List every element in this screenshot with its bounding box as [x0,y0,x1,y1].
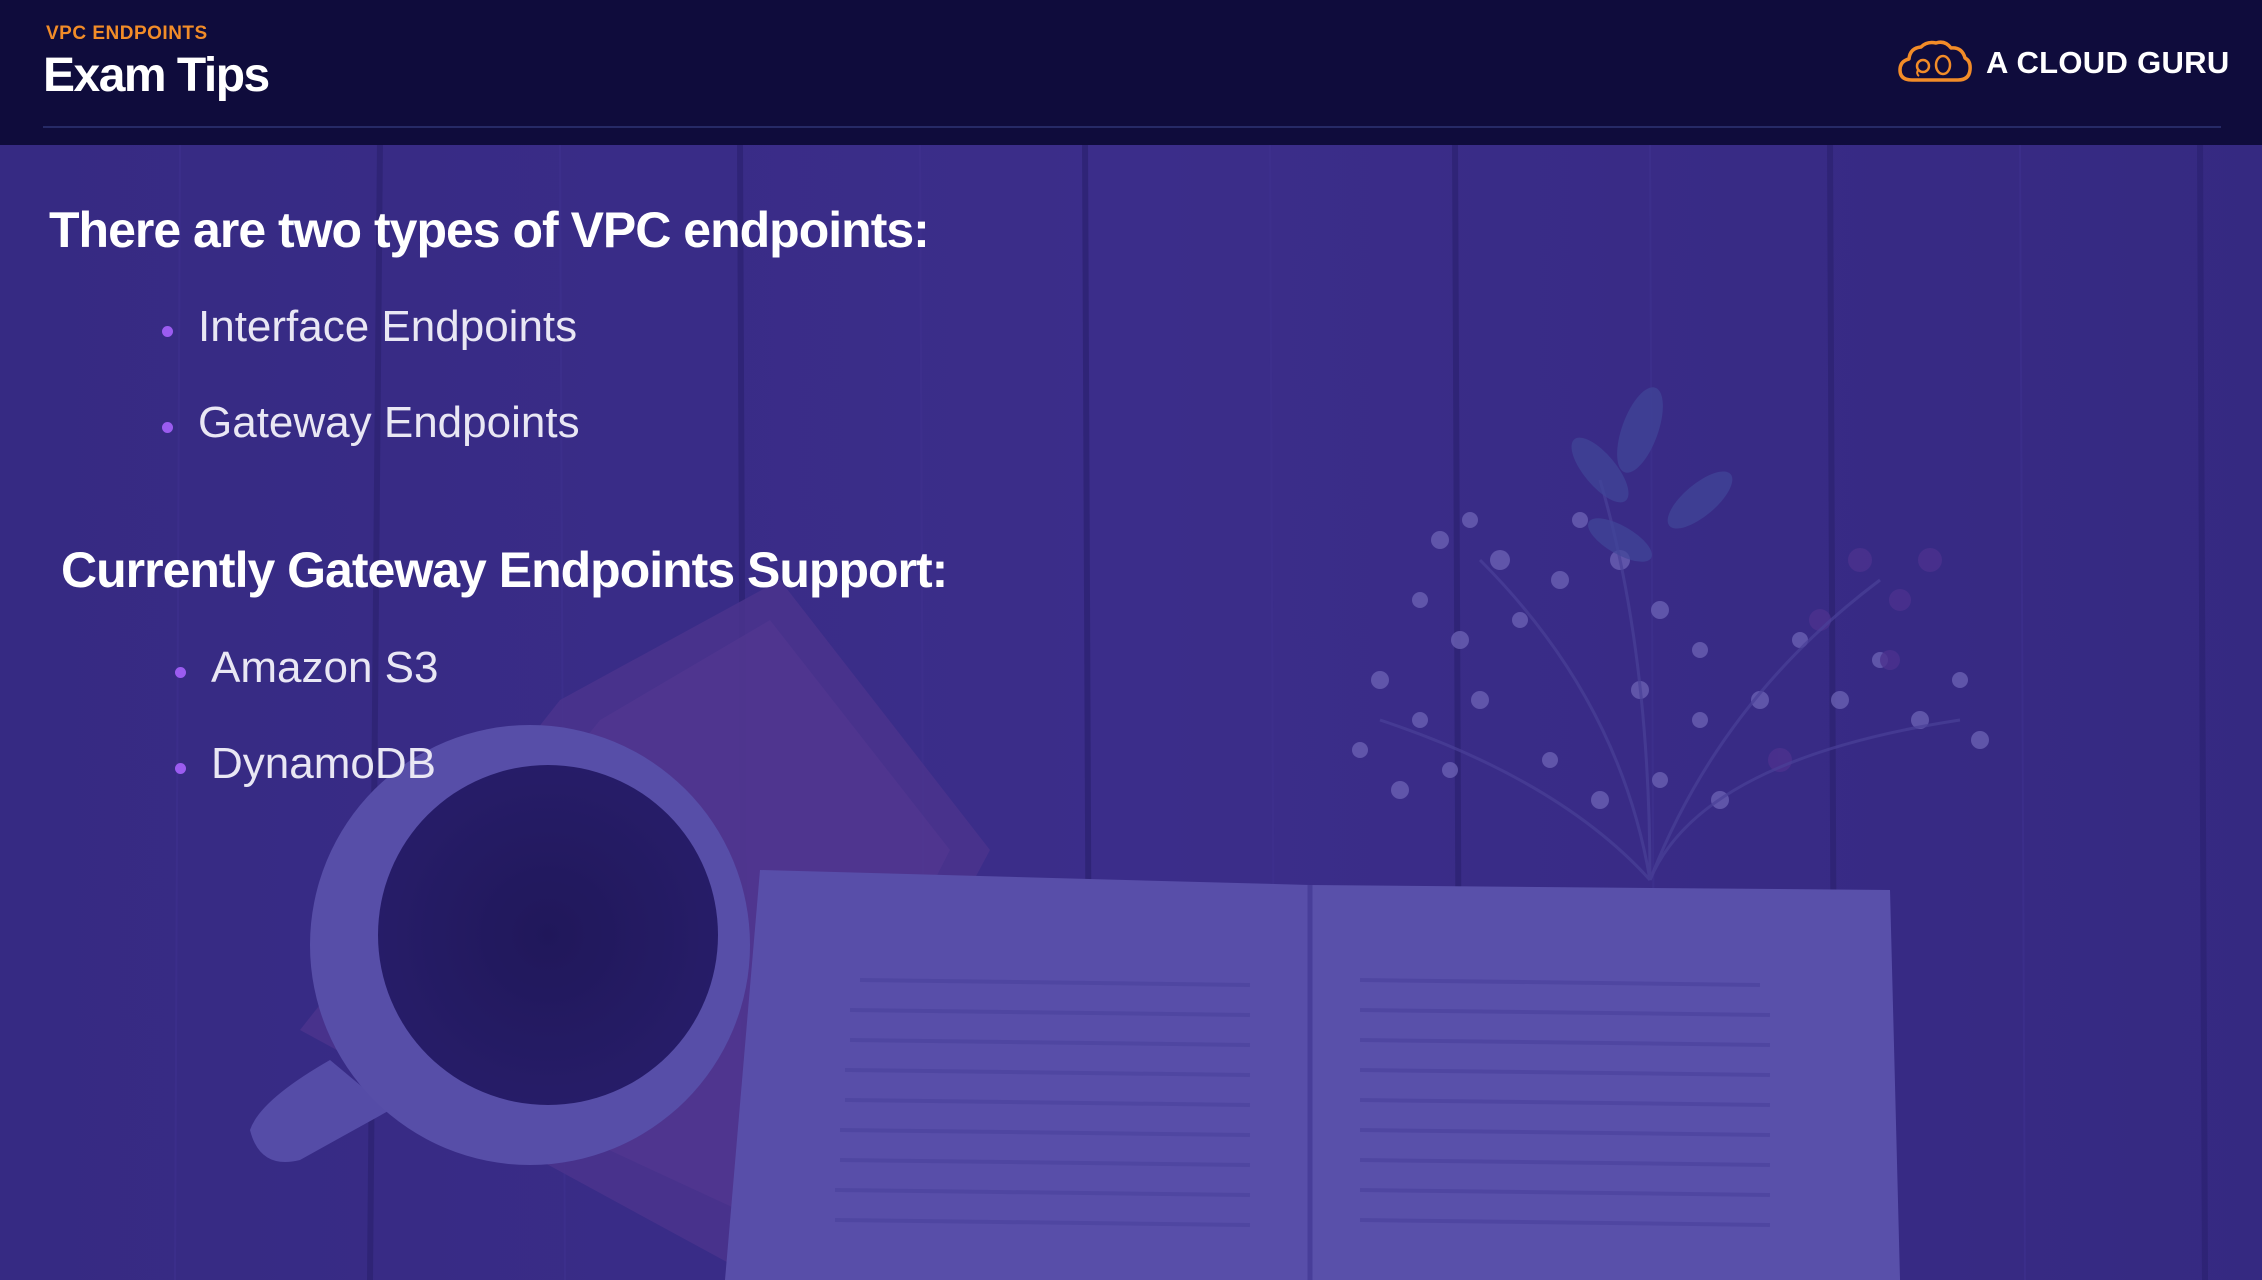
brand-name: A CLOUD GURU [1986,45,2230,80]
cloud-logo-icon [1898,40,1972,82]
list-item-label: Gateway Endpoints [198,398,580,447]
purple-overlay [0,0,2262,1280]
header-bar: VPC ENDPOINTS Exam Tips A CLOUD GURU [0,0,2262,145]
list-item-label: Interface Endpoints [198,302,578,351]
heading-endpoint-types: There are two types of VPC endpoints: [49,202,930,258]
page-title: Exam Tips [43,49,270,102]
list-item: Gateway Endpoints [162,398,580,448]
list-item-label: DynamoDB [211,739,436,788]
brand: A CLOUD GURU [1896,38,2230,88]
slide: VPC ENDPOINTS Exam Tips A CLOUD GURU The… [0,0,2262,1280]
bullet-dot-icon [175,763,186,774]
bullet-dot-icon [175,667,186,678]
bullet-dot-icon [162,326,173,337]
list-item: Interface Endpoints [162,302,578,352]
heading-gateway-support: Currently Gateway Endpoints Support: [61,542,948,598]
header-divider [43,126,2221,128]
section-label: VPC ENDPOINTS [46,23,208,44]
list-item: DynamoDB [175,739,436,789]
list-item-label: Amazon S3 [211,643,439,692]
list-item: Amazon S3 [175,643,439,693]
bullet-dot-icon [162,422,173,433]
